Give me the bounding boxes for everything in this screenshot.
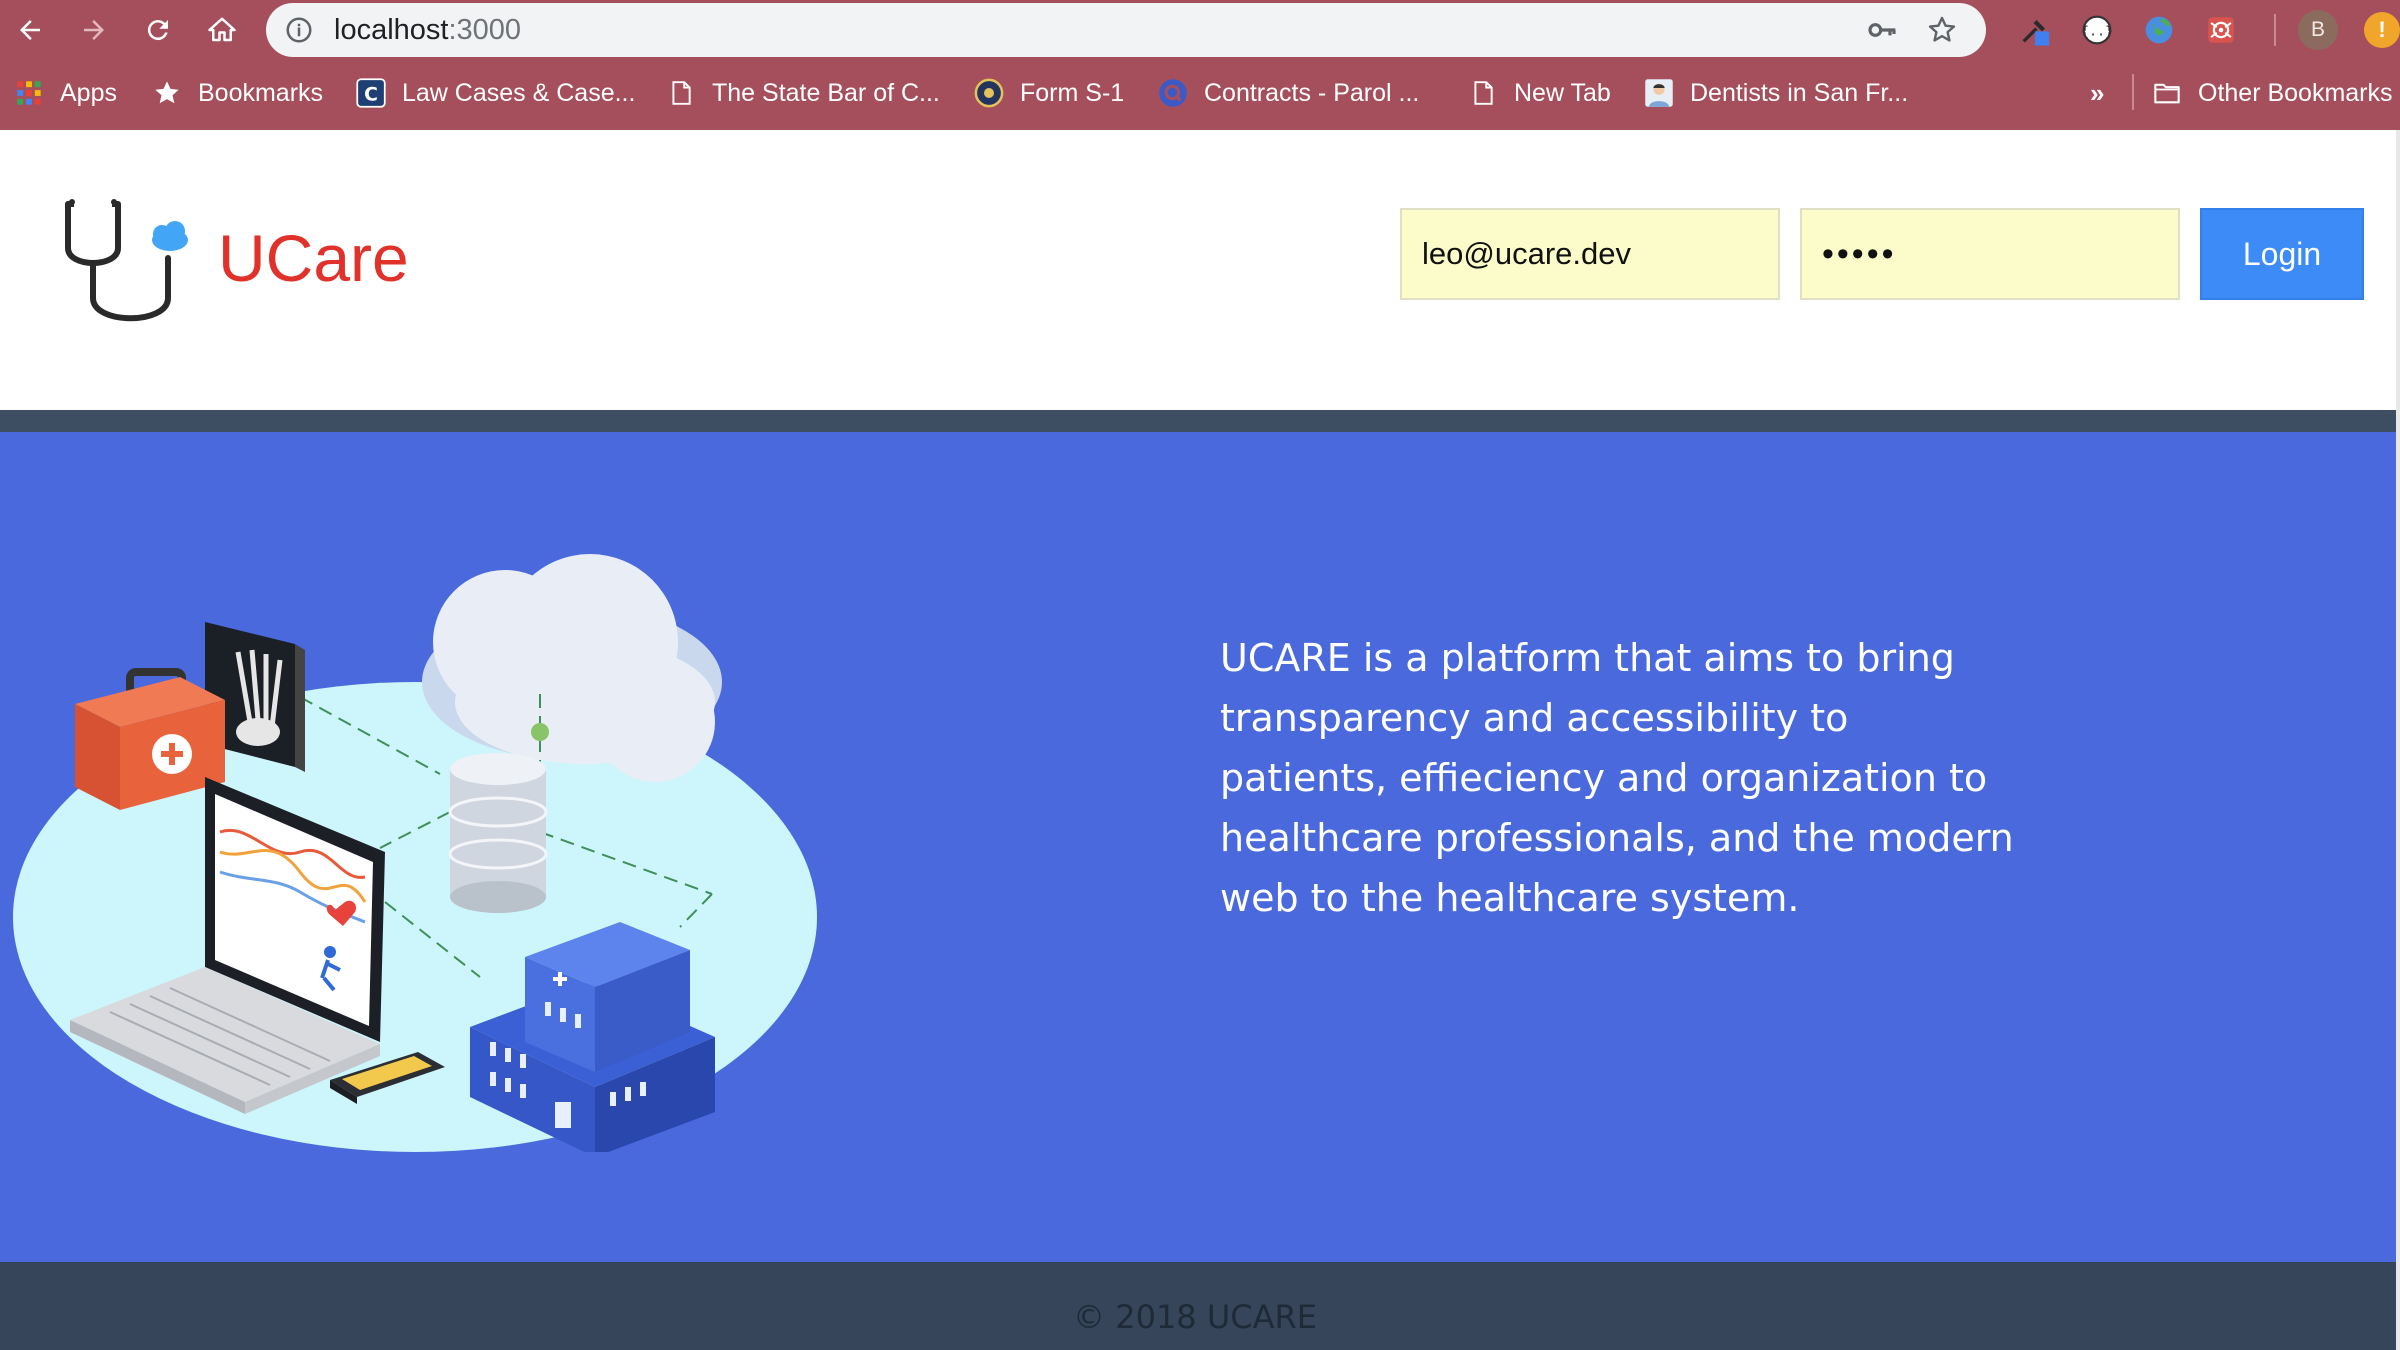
dentist-icon (1644, 78, 1674, 108)
bookmark-star-icon[interactable] (1926, 14, 1958, 46)
reload-icon (147, 20, 168, 41)
bookmark-label: Contracts - Parol ... (1204, 78, 1420, 107)
forward-arrow-icon (84, 20, 104, 40)
site-footer: © 2018 UCARE (0, 1262, 2400, 1350)
extension-eyedropper[interactable] (2016, 11, 2054, 49)
bug-icon (2208, 17, 2234, 43)
info-icon[interactable] (284, 15, 314, 45)
email-field[interactable] (1400, 208, 1780, 300)
bookmarks-separator (2132, 74, 2134, 110)
bookmarks-bar: Apps Bookmarks C Law Cases & Case... The… (0, 62, 2400, 124)
back-button[interactable] (8, 8, 52, 52)
extension-json-viewer[interactable]: {..} (2078, 11, 2116, 49)
folder-icon (2152, 78, 2182, 108)
home-icon (208, 17, 236, 42)
bookmark-contracts[interactable]: Contracts - Parol ... (1158, 74, 1419, 112)
bookmarks-overflow-button[interactable]: » (2090, 78, 2104, 109)
extension-react-devtools[interactable] (2202, 11, 2240, 49)
copyright-text: © 2018 UCARE (1073, 1298, 1317, 1336)
browser-toolbar: localhost:3000 {..} B ! (0, 0, 2400, 62)
home-button[interactable] (200, 8, 244, 52)
database-icon (448, 753, 548, 913)
bookmark-label: New Tab (1514, 78, 1611, 107)
globe-icon (2145, 16, 2173, 44)
casetext-icon: C (356, 78, 386, 108)
key-icon[interactable] (1866, 14, 1898, 46)
bookmark-label: Law Cases & Case... (402, 78, 636, 107)
hero-section: UCARE is a platform that aims to bring t… (0, 432, 2400, 1262)
sec-seal-icon (974, 78, 1004, 108)
forward-button[interactable] (72, 8, 116, 52)
url-host: localhost (334, 14, 449, 46)
bookmark-label: Dentists in San Fr... (1690, 78, 1909, 107)
page-icon (1468, 78, 1498, 108)
browser-chrome: localhost:3000 {..} B ! Apps Bookmarks C… (0, 0, 2400, 130)
back-arrow-icon (20, 20, 40, 40)
bookmark-law-cases[interactable]: C Law Cases & Case... (356, 74, 635, 112)
healthcare-cloud-illustration (13, 554, 817, 1152)
bookmark-new-tab[interactable]: New Tab (1468, 74, 1611, 112)
reload-button[interactable] (136, 8, 180, 52)
profile-avatar[interactable]: B (2298, 10, 2338, 50)
password-field[interactable] (1800, 208, 2180, 300)
bookmark-state-bar[interactable]: The State Bar of C... (666, 74, 940, 112)
bookmark-label: Bookmarks (198, 78, 324, 107)
header-divider-bar (0, 410, 2400, 432)
address-bar[interactable]: localhost:3000 (266, 3, 1986, 57)
bookmark-form-s1[interactable]: Form S-1 (974, 74, 1124, 112)
extension-globe[interactable] (2140, 11, 2178, 49)
bookmark-label: Other Bookmarks (2198, 78, 2393, 107)
eyedropper-icon (2022, 19, 2050, 46)
update-alert-icon[interactable]: ! (2364, 12, 2400, 48)
toolbar-separator (2274, 14, 2276, 46)
site-header: UCare Login (0, 130, 2400, 410)
svg-text:{..}: {..} (2081, 24, 2113, 39)
page-icon (666, 78, 696, 108)
bookmark-other-bookmarks[interactable]: Other Bookmarks (2152, 74, 2393, 112)
stethoscope-logo-icon[interactable] (58, 190, 198, 340)
apps-grid-icon (14, 78, 44, 108)
bookmark-apps[interactable]: Apps (14, 74, 117, 112)
bookmark-bookmarks[interactable]: Bookmarks (152, 74, 323, 112)
platform-description: UCARE is a platform that aims to bring t… (1220, 636, 2014, 920)
url-text[interactable]: localhost:3000 (334, 14, 521, 47)
bookmark-label: Form S-1 (1020, 78, 1125, 107)
quizlet-icon (1158, 78, 1188, 108)
brand-name[interactable]: UCare (218, 220, 409, 296)
bookmark-label: The State Bar of C... (712, 78, 940, 107)
json-braces-icon: {..} (2081, 15, 2113, 45)
bookmark-dentists[interactable]: Dentists in San Fr... (1644, 74, 1908, 112)
star-icon (152, 78, 182, 108)
bookmark-label: Apps (60, 78, 117, 107)
scrollbar-track[interactable] (2396, 130, 2400, 1350)
login-button[interactable]: Login (2200, 208, 2364, 300)
svg-text:C: C (364, 85, 378, 106)
url-port: :3000 (448, 14, 522, 46)
